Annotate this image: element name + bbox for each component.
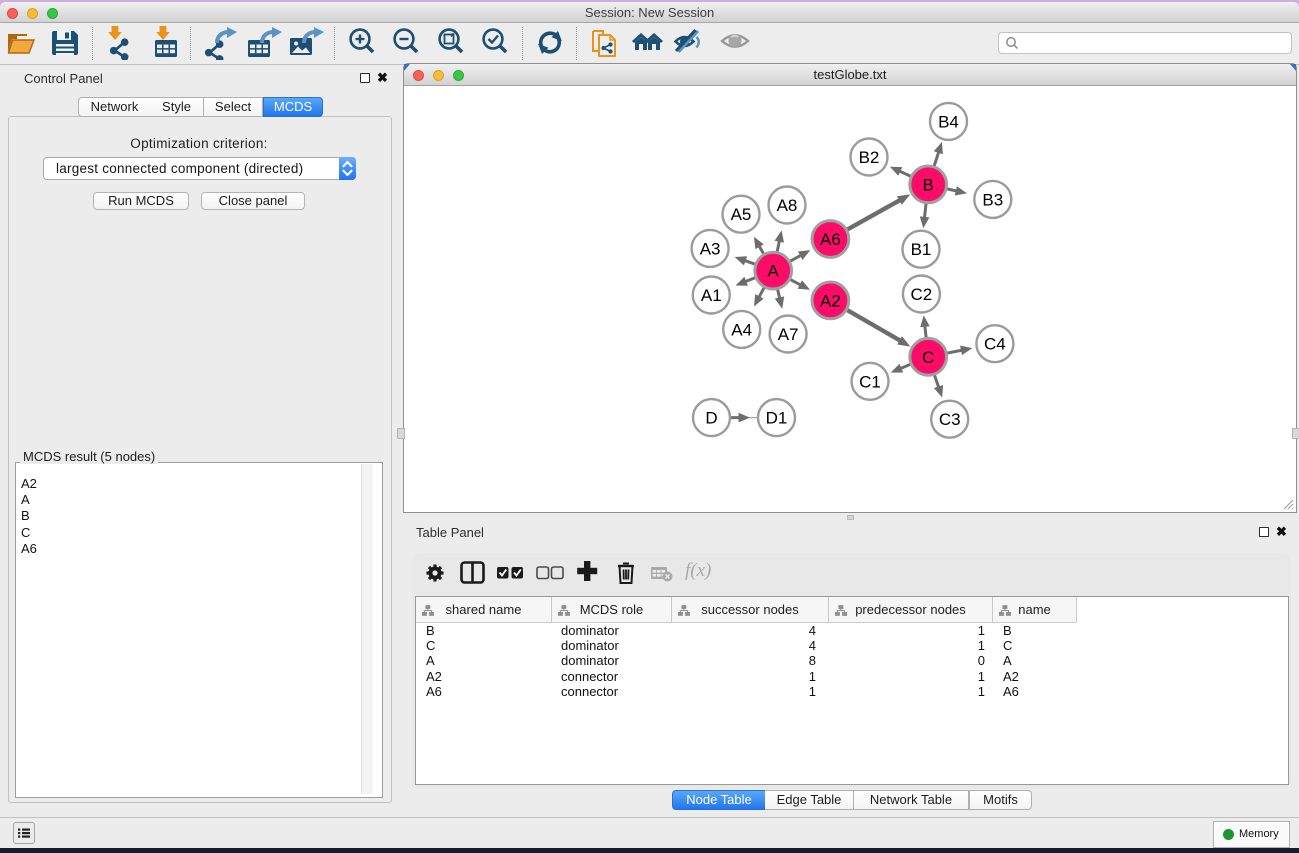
svg-text:A5: A5 xyxy=(731,205,752,224)
svg-text:A1: A1 xyxy=(701,286,722,305)
svg-text:C4: C4 xyxy=(984,335,1006,354)
svg-text:C: C xyxy=(922,348,934,367)
svg-text:D1: D1 xyxy=(766,409,788,428)
svg-text:A6: A6 xyxy=(820,230,841,249)
svg-text:B4: B4 xyxy=(938,112,959,131)
svg-text:C2: C2 xyxy=(911,285,933,304)
svg-text:A: A xyxy=(768,262,780,281)
svg-text:C1: C1 xyxy=(859,372,881,391)
svg-text:B2: B2 xyxy=(859,148,880,167)
svg-text:A3: A3 xyxy=(700,239,721,258)
svg-text:A7: A7 xyxy=(778,325,799,344)
svg-text:C3: C3 xyxy=(939,410,961,429)
svg-text:A4: A4 xyxy=(731,320,752,339)
svg-text:B3: B3 xyxy=(982,190,1003,209)
svg-text:D: D xyxy=(705,409,717,428)
svg-text:B1: B1 xyxy=(911,240,932,259)
svg-text:B: B xyxy=(923,175,934,194)
svg-text:A8: A8 xyxy=(777,196,798,215)
svg-text:A2: A2 xyxy=(820,291,841,310)
